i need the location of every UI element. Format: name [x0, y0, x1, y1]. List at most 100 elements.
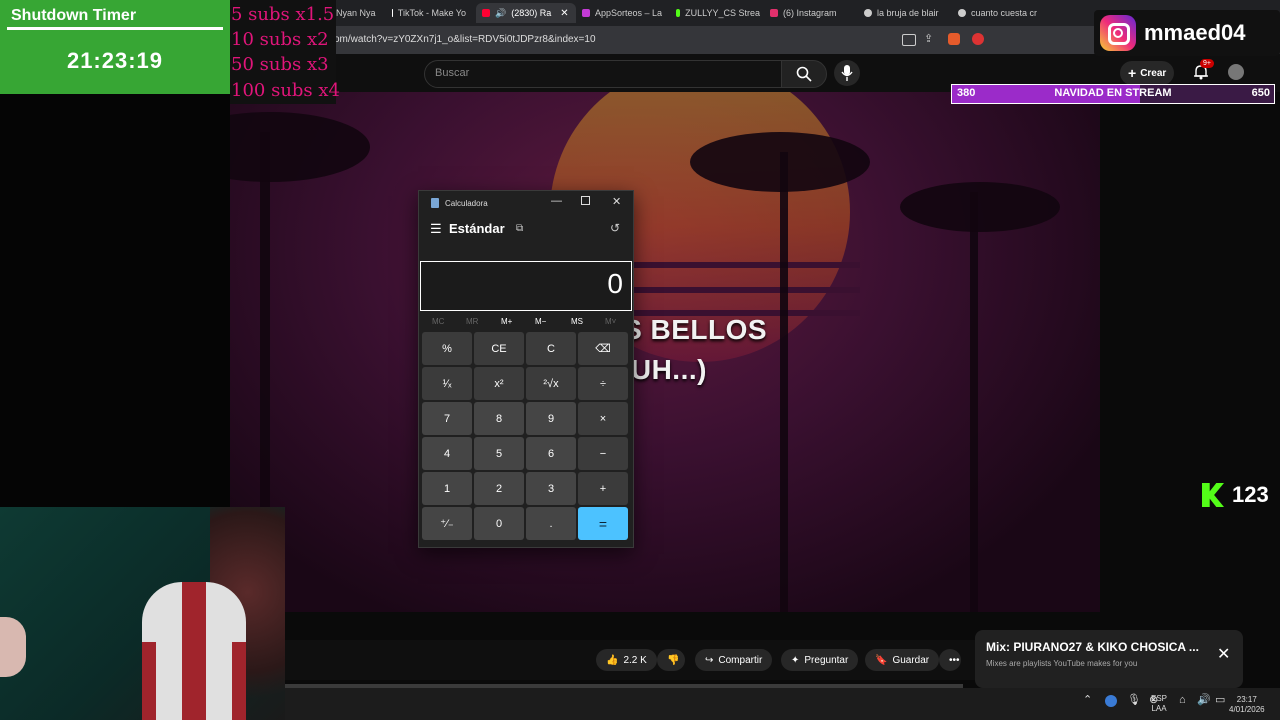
multiply-button[interactable]: × — [578, 402, 628, 435]
tab-youtube[interactable]: 🔊 (2830) Ra ✕ — [476, 3, 576, 23]
tab-google-2[interactable]: cuanto cuesta cr — [952, 3, 1048, 23]
search-icon — [796, 66, 812, 82]
voice-search-button[interactable] — [834, 60, 860, 86]
create-button[interactable]: + Crear — [1120, 61, 1175, 85]
tab-kick[interactable]: ZULLYY_CS Strea — [670, 3, 766, 23]
square-button[interactable]: x² — [474, 367, 524, 400]
palm-leaves — [900, 182, 1060, 232]
memory-recall-button[interactable]: MR — [466, 317, 478, 326]
clock-time: 23:17 — [1236, 695, 1257, 704]
close-tab-icon[interactable]: ✕ — [560, 8, 568, 19]
memory-store-button[interactable]: MS — [571, 317, 583, 326]
close-button[interactable]: ✕ — [612, 195, 621, 208]
divide-button[interactable]: ÷ — [578, 367, 628, 400]
clear-button[interactable]: C — [526, 332, 576, 365]
cast-icon[interactable] — [902, 34, 916, 46]
tab-tiktok[interactable]: TikTok - Make Yo — [386, 3, 472, 23]
calculator-mode: Estándar — [449, 221, 505, 236]
equals-button[interactable]: = — [578, 507, 628, 540]
search-placeholder: Buscar — [435, 67, 470, 79]
clear-entry-button[interactable]: CE — [474, 332, 524, 365]
subs-rule: 50 subs x3 — [231, 54, 329, 75]
chevron-up-icon[interactable]: ⌃ — [1083, 695, 1092, 706]
goal-label: NAVIDAD EN STREAM — [1054, 87, 1172, 99]
instagram-icon — [770, 9, 778, 17]
chair-stripe — [142, 642, 156, 720]
close-icon[interactable]: ✕ — [1217, 644, 1230, 664]
tab-label: (2830) Ra — [511, 8, 552, 18]
ask-button[interactable]: ✦ Preguntar — [781, 649, 859, 671]
extension-icon[interactable] — [972, 33, 984, 45]
onedrive-icon[interactable] — [1105, 695, 1117, 707]
digit-6-button[interactable]: 6 — [526, 437, 576, 470]
tab-google-1[interactable]: la bruja de blair — [858, 3, 954, 23]
tab-label: la bruja de blair — [877, 8, 939, 18]
digit-1-button[interactable]: 1 — [422, 472, 472, 505]
subs-rule: 10 subs x2 — [231, 29, 329, 50]
kick-count: 123 — [1232, 482, 1269, 507]
history-icon[interactable]: ↺ — [610, 221, 620, 235]
memory-list-button[interactable]: M˅ — [605, 317, 616, 326]
save-button[interactable]: 🔖 Guardar — [865, 649, 940, 671]
square-root-button[interactable]: ²√x — [526, 367, 576, 400]
like-button[interactable]: 👍 2.2 K — [596, 649, 657, 671]
memory-clear-button[interactable]: MC — [432, 317, 444, 326]
calculator-titlebar[interactable]: Calculadora — [431, 198, 488, 208]
dislike-button[interactable]: 👎 — [657, 649, 685, 671]
digit-3-button[interactable]: 3 — [526, 472, 576, 505]
digit-9-button[interactable]: 9 — [526, 402, 576, 435]
tab-nyan[interactable]: Nyan Nya — [330, 3, 386, 23]
digit-4-button[interactable]: 4 — [422, 437, 472, 470]
lyric-line: MIS OJOS BELLOS — [502, 314, 768, 345]
keep-on-top-icon[interactable]: ⧉ — [516, 223, 523, 234]
search-button[interactable] — [781, 60, 827, 88]
lyric-line: (UH, UH...) — [563, 354, 707, 385]
clock-date: 4/01/2026 — [1229, 705, 1265, 714]
search-input[interactable]: Buscar — [424, 60, 782, 88]
digit-5-button[interactable]: 5 — [474, 437, 524, 470]
chair-stripe — [182, 582, 206, 720]
mix-panel[interactable]: Mix: PIURANO27 & KIKO CHOSICA ... Mixes … — [975, 630, 1243, 688]
window-title: Calculadora — [445, 198, 488, 208]
calculator-display: 0 — [420, 261, 632, 311]
maximize-button[interactable] — [581, 196, 590, 205]
digit-0-button[interactable]: 0 — [474, 507, 524, 540]
subtract-button[interactable]: − — [578, 437, 628, 470]
extension-icon[interactable] — [948, 33, 960, 45]
palm-leaves — [690, 132, 870, 192]
memory-add-button[interactable]: M+ — [501, 317, 512, 326]
digit-8-button[interactable]: 8 — [474, 402, 524, 435]
tab-label: Nyan Nya — [336, 8, 376, 18]
video-actions-bar: 👍 2.2 K 👎 ↪ Compartir ✦ Preguntar 🔖 Guardar … — [285, 640, 985, 680]
digit-2-button[interactable]: 2 — [474, 472, 524, 505]
reciprocal-button[interactable]: ¹⁄ₓ — [422, 367, 472, 400]
volume-icon[interactable]: 🔊 — [1197, 695, 1211, 706]
lang-layout: LAA — [1151, 704, 1167, 713]
microphone-tray-icon[interactable]: 🎙 — [1127, 695, 1141, 706]
percent-button[interactable]: % — [422, 332, 472, 365]
add-button[interactable]: + — [578, 472, 628, 505]
tab-label: TikTok - Make Yo — [397, 8, 466, 18]
share-icon[interactable]: ⇪ — [924, 32, 933, 45]
clock[interactable]: 23:17 4/01/2026 — [1229, 695, 1265, 715]
create-label: Crear — [1140, 67, 1167, 79]
tab-appsorteos[interactable]: AppSorteos – La — [576, 3, 668, 23]
battery-icon[interactable]: ▭ — [1215, 695, 1225, 706]
network-icon[interactable]: ⌂ — [1179, 695, 1186, 706]
share-arrow-icon: ↪ — [705, 654, 714, 666]
minimize-button[interactable]: — — [551, 195, 562, 207]
hamburger-menu-icon[interactable]: ☰ — [430, 221, 442, 237]
stream-background — [0, 92, 230, 507]
memory-subtract-button[interactable]: M− — [535, 317, 546, 326]
backspace-button[interactable]: ⌫ — [578, 332, 628, 365]
tab-instagram[interactable]: (6) Instagram — [764, 3, 856, 23]
language-switcher[interactable]: ESP LAA — [1151, 694, 1167, 714]
more-button[interactable]: ••• — [939, 649, 961, 671]
calculator-window[interactable]: Calculadora — ✕ ☰ Estándar ⧉ ↺ 0 MC MR M… — [418, 190, 634, 548]
share-button[interactable]: ↪ Compartir — [695, 649, 773, 671]
video-player[interactable]: MIS OJOS BELLOS (UH, UH...) — [170, 92, 1100, 612]
digit-7-button[interactable]: 7 — [422, 402, 472, 435]
avatar[interactable] — [1228, 64, 1244, 80]
decimal-button[interactable]: . — [526, 507, 576, 540]
negate-button[interactable]: ⁺⁄₋ — [422, 507, 472, 540]
